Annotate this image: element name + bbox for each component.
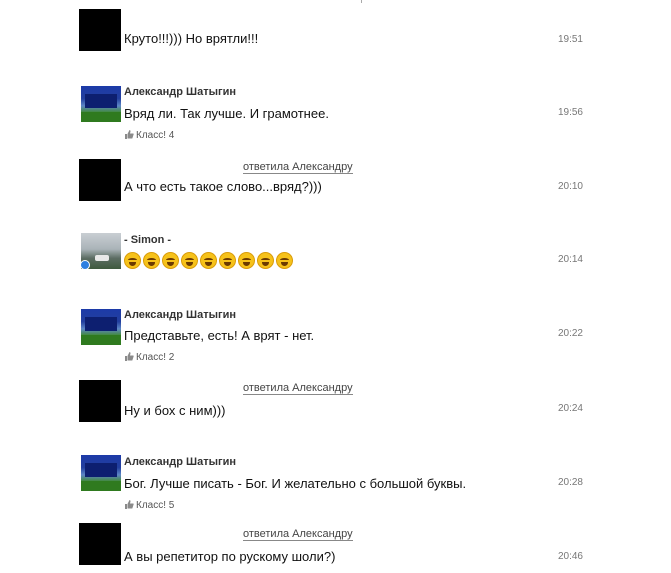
like-label: Класс! 4 [136,130,175,141]
face-with-tears-of-joy-icon [257,252,274,269]
message-time: 19:51 [557,34,583,45]
avatar[interactable] [81,455,121,491]
face-with-tears-of-joy-icon [162,252,179,269]
separator-line [361,0,362,3]
message-time: 20:10 [557,181,583,192]
reply-link[interactable]: ответила Александру [243,528,353,541]
message-time: 20:14 [557,254,583,265]
face-with-tears-of-joy-icon [181,252,198,269]
like-counter[interactable]: Класс! 5 [124,499,174,511]
message-text: А вы репетитор по рускому шоли?) [124,549,336,564]
like-counter[interactable]: Класс! 2 [124,351,174,363]
thumbs-up-icon [125,500,134,509]
avatar[interactable] [81,309,121,345]
face-with-tears-of-joy-icon [238,252,255,269]
avatar[interactable] [81,86,121,122]
message-text: Вряд ли. Так лучше. И грамотнее. [124,106,329,121]
message-author[interactable]: Александр Шатыгин [124,456,236,468]
avatar[interactable] [79,9,121,51]
reply-link[interactable]: ответила Александру [243,161,353,174]
message-text: Ну и бох с ним))) [124,403,226,418]
message-time: 20:24 [557,403,583,414]
online-status-icon [80,260,90,270]
message-text: Бог. Лучше писать - Бог. И желательно с … [124,476,467,491]
thumbs-up-icon [125,352,134,361]
thumbs-up-icon [125,130,134,139]
message-text: Круто!!!))) Но врятли!!! [124,31,259,46]
message-time: 20:22 [557,328,583,339]
message-time: 19:56 [557,107,583,118]
message-text: Представьте, есть! А врят - нет. [124,328,315,343]
message-text: А что есть такое слово...вряд?))) [124,179,322,194]
message-author[interactable]: Александр Шатыгин [124,86,236,98]
message-author[interactable]: - Simon - [124,234,171,246]
face-with-tears-of-joy-icon [124,252,141,269]
message-time: 20:46 [557,551,583,562]
avatar[interactable] [79,380,121,422]
like-label: Класс! 2 [136,352,175,363]
avatar[interactable] [79,523,121,565]
face-with-tears-of-joy-icon [200,252,217,269]
face-with-tears-of-joy-icon [276,252,293,269]
like-counter[interactable]: Класс! 4 [124,129,174,141]
face-with-tears-of-joy-icon [219,252,236,269]
avatar[interactable] [79,159,121,201]
reply-link[interactable]: ответила Александру [243,382,353,395]
message-author[interactable]: Александр Шатыгин [124,309,236,321]
message-time: 20:28 [557,477,583,488]
like-label: Класс! 5 [136,500,175,511]
face-with-tears-of-joy-icon [143,252,160,269]
emoji-row [124,252,295,272]
